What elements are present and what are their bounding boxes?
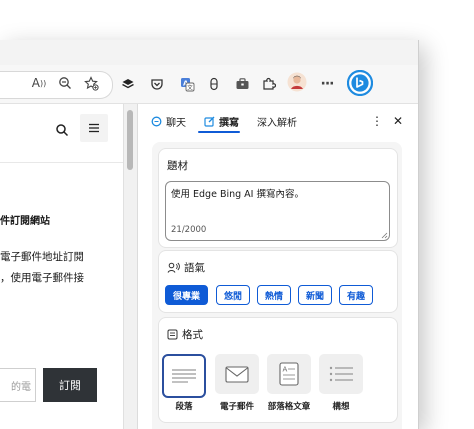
character-counter: 21/2000 — [171, 225, 207, 235]
subscribe-text-line1: 電子郵件地址訂閱 — [0, 251, 84, 263]
subscribe-text-line2: ，使用電子郵件接 — [0, 272, 84, 284]
tone-option-news[interactable]: 新聞 — [298, 285, 333, 305]
format-option-ideas[interactable] — [319, 354, 363, 394]
tone-title: 語氣 — [184, 262, 205, 274]
header-divider — [0, 162, 123, 163]
search-icon[interactable] — [55, 123, 69, 141]
tab-compose-label: 撰寫 — [219, 117, 239, 129]
format-label-ideas: 構想 — [332, 402, 350, 412]
scrollbar-thumb[interactable] — [127, 110, 133, 170]
svg-text:文: 文 — [187, 83, 193, 91]
topic-card: 題材 使用 Edge Bing AI 撰寫內容。 21/2000 — [158, 148, 398, 248]
layers-icon[interactable] — [117, 73, 139, 95]
webpage-content: 件訂閱網站 電子郵件地址訂閱 ，使用電子郵件接 的電 訂閱 — [0, 104, 136, 429]
tone-option-funny[interactable]: 有趣 — [339, 285, 374, 305]
read-aloud-icon[interactable]: A)) — [28, 72, 50, 94]
format-option-paragraph[interactable] — [162, 354, 206, 398]
bing-sidebar: 聊天 撰寫 深入解析 ⋮ ✕ 題材 使用 Edge Bing AI 撰寫內容。 … — [137, 104, 418, 429]
capsule-icon[interactable] — [203, 73, 225, 95]
format-title: 格式 — [182, 329, 203, 341]
format-label-email: 電子郵件 — [219, 402, 254, 412]
blog-post-icon: A — [279, 362, 299, 386]
format-label-blog-post: 部落格文章 — [267, 402, 311, 412]
format-icon — [167, 329, 178, 340]
browser-window: A)) A文 ··· 件訂閱網站 電子郵件地址訂閱 ，使用電子郵件接 的電 訂閱… — [0, 40, 419, 429]
topic-textarea[interactable]: 使用 Edge Bing AI 撰寫內容。 21/2000 — [165, 181, 390, 241]
tone-option-professional[interactable]: 很專業 — [165, 285, 209, 305]
menu-icon[interactable] — [80, 114, 108, 142]
ideas-icon — [329, 366, 353, 382]
sidebar-tabs: 聊天 撰寫 深入解析 ⋮ ✕ — [138, 104, 418, 134]
more-icon[interactable]: ··· — [316, 73, 338, 95]
email-placeholder: 的電 — [11, 381, 31, 393]
tone-option-casual[interactable]: 悠閒 — [216, 285, 251, 305]
tone-option-enthusiastic[interactable]: 熱情 — [257, 285, 292, 305]
format-option-blog-post[interactable]: A — [267, 354, 311, 394]
bing-icon[interactable] — [347, 70, 373, 96]
subscribe-button-label: 訂閱 — [59, 379, 81, 392]
topic-title: 題材 — [167, 160, 188, 172]
tab-insights[interactable]: 深入解析 — [257, 112, 297, 130]
tab-compose[interactable]: 撰寫 — [204, 112, 239, 130]
tone-card: 語氣 很專業 悠閒 熱情 新聞 有趣 — [158, 250, 398, 313]
chat-icon — [151, 116, 162, 126]
tab-chat[interactable]: 聊天 — [151, 112, 186, 130]
tab-chat-label: 聊天 — [166, 117, 186, 129]
extensions-icon[interactable] — [258, 73, 280, 95]
format-heading: 格式 — [167, 327, 203, 342]
profile-icon[interactable] — [286, 71, 308, 93]
resize-handle-icon[interactable] — [381, 232, 388, 239]
subscribe-button[interactable]: 訂閱 — [43, 368, 97, 402]
briefcase-icon[interactable] — [231, 73, 253, 95]
pocket-icon[interactable] — [146, 73, 168, 95]
tone-icon — [167, 262, 180, 273]
compose-icon — [204, 116, 215, 127]
email-input[interactable]: 的電 — [0, 368, 36, 402]
format-label-paragraph: 段落 — [175, 402, 193, 412]
active-tab-indicator — [198, 131, 240, 133]
close-icon[interactable]: ✕ — [393, 112, 403, 130]
svg-text:A: A — [283, 366, 288, 374]
browser-toolbar: A)) A文 ··· — [0, 65, 418, 104]
compose-pane: 題材 使用 Edge Bing AI 撰寫內容。 21/2000 語氣 很專業 … — [152, 142, 402, 429]
subscribe-heading: 件訂閱網站 — [0, 216, 50, 227]
zoom-out-icon[interactable] — [54, 72, 76, 94]
more-options-icon[interactable]: ⋮ — [371, 112, 383, 130]
translate-icon[interactable]: A文 — [176, 73, 198, 95]
tab-insights-label: 深入解析 — [257, 117, 297, 129]
paragraph-icon — [172, 369, 196, 383]
favorites-add-icon[interactable] — [80, 72, 102, 94]
email-icon — [225, 365, 249, 383]
topic-text: 使用 Edge Bing AI 撰寫內容。 — [171, 189, 304, 200]
format-option-email[interactable] — [215, 354, 259, 394]
tone-heading: 語氣 — [167, 260, 205, 275]
webpage-scrollbar[interactable] — [123, 104, 137, 429]
format-card: 格式 段落 電子郵件 A 部落格文章 構想 — [158, 317, 398, 423]
